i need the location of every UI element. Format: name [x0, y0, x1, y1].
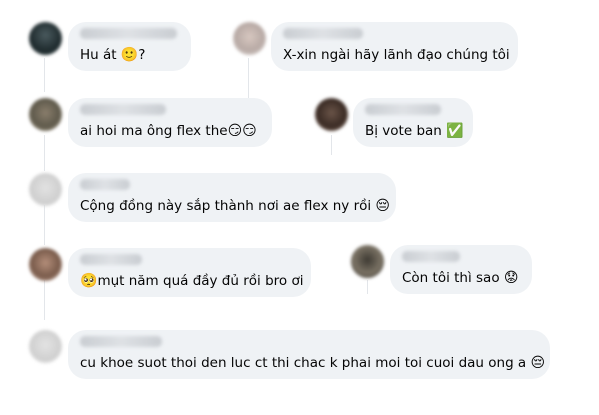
- comment-bubble: Còn tôi thì sao 😟: [390, 245, 532, 294]
- worried-emoji-icon: 😟: [503, 270, 519, 286]
- author-name-blurred[interactable]: [402, 251, 460, 262]
- avatar[interactable]: [29, 22, 62, 55]
- author-name-blurred[interactable]: [283, 28, 363, 39]
- pensive-emoji-icon: 😔: [530, 355, 546, 371]
- author-name-blurred[interactable]: [365, 104, 441, 115]
- comment-text: Còn tôi thì sao 😟: [402, 270, 519, 286]
- comment-bubble: cu khoe suot thoi den luc ct thi chac k …: [68, 330, 550, 379]
- thread-line: [367, 280, 368, 294]
- thread-line: [248, 58, 249, 98]
- check-mark-emoji-icon: ✅: [446, 123, 464, 139]
- avatar[interactable]: [29, 173, 62, 206]
- thread-line: [44, 135, 45, 171]
- comment-bubble: Hu át 🙂?: [68, 22, 191, 71]
- comment-text: Bị vote ban ✅: [365, 123, 464, 139]
- avatar[interactable]: [29, 98, 62, 131]
- smirk-emoji-icon: 😏😏: [227, 123, 257, 139]
- avatar[interactable]: [233, 22, 266, 55]
- comment-bubble: ai hoi ma ông flex the😏😏: [68, 98, 272, 147]
- author-name-blurred[interactable]: [80, 254, 142, 265]
- avatar[interactable]: [29, 248, 62, 281]
- comment-text: ai hoi ma ông flex the😏😏: [80, 123, 257, 139]
- comment-bubble: X-xin ngài hãy lãnh đạo chúng tôi: [271, 22, 518, 71]
- comment-text: Hu át 🙂?: [80, 47, 146, 63]
- author-name-blurred[interactable]: [80, 28, 177, 39]
- thread-line: [44, 205, 45, 245]
- author-name-blurred[interactable]: [80, 104, 166, 115]
- smile-emoji-icon: 🙂: [120, 47, 139, 63]
- avatar[interactable]: [315, 98, 348, 131]
- comment-text: 🥺mụt năm quá đầy đủ rồi bro ơi: [80, 273, 304, 289]
- thread-line: [44, 58, 45, 92]
- avatar[interactable]: [29, 330, 62, 363]
- author-name-blurred[interactable]: [80, 179, 130, 190]
- thread-line: [44, 280, 45, 320]
- comment-bubble: 🥺mụt năm quá đầy đủ rồi bro ơi: [68, 248, 311, 297]
- pleading-emoji-icon: 🥺: [80, 273, 98, 289]
- comment-bubble: Cộng đồng này sắp thành nơi ae flex ny r…: [68, 173, 396, 222]
- author-name-blurred[interactable]: [80, 336, 162, 347]
- comment-text: Cộng đồng này sắp thành nơi ae flex ny r…: [80, 198, 391, 214]
- pensive-emoji-icon: 😔: [375, 198, 391, 214]
- thread-line: [331, 135, 332, 155]
- comment-text: X-xin ngài hãy lãnh đạo chúng tôi: [283, 47, 510, 63]
- avatar[interactable]: [351, 245, 384, 278]
- comment-bubble: Bị vote ban ✅: [353, 98, 473, 147]
- comment-text: cu khoe suot thoi den luc ct thi chac k …: [80, 355, 546, 371]
